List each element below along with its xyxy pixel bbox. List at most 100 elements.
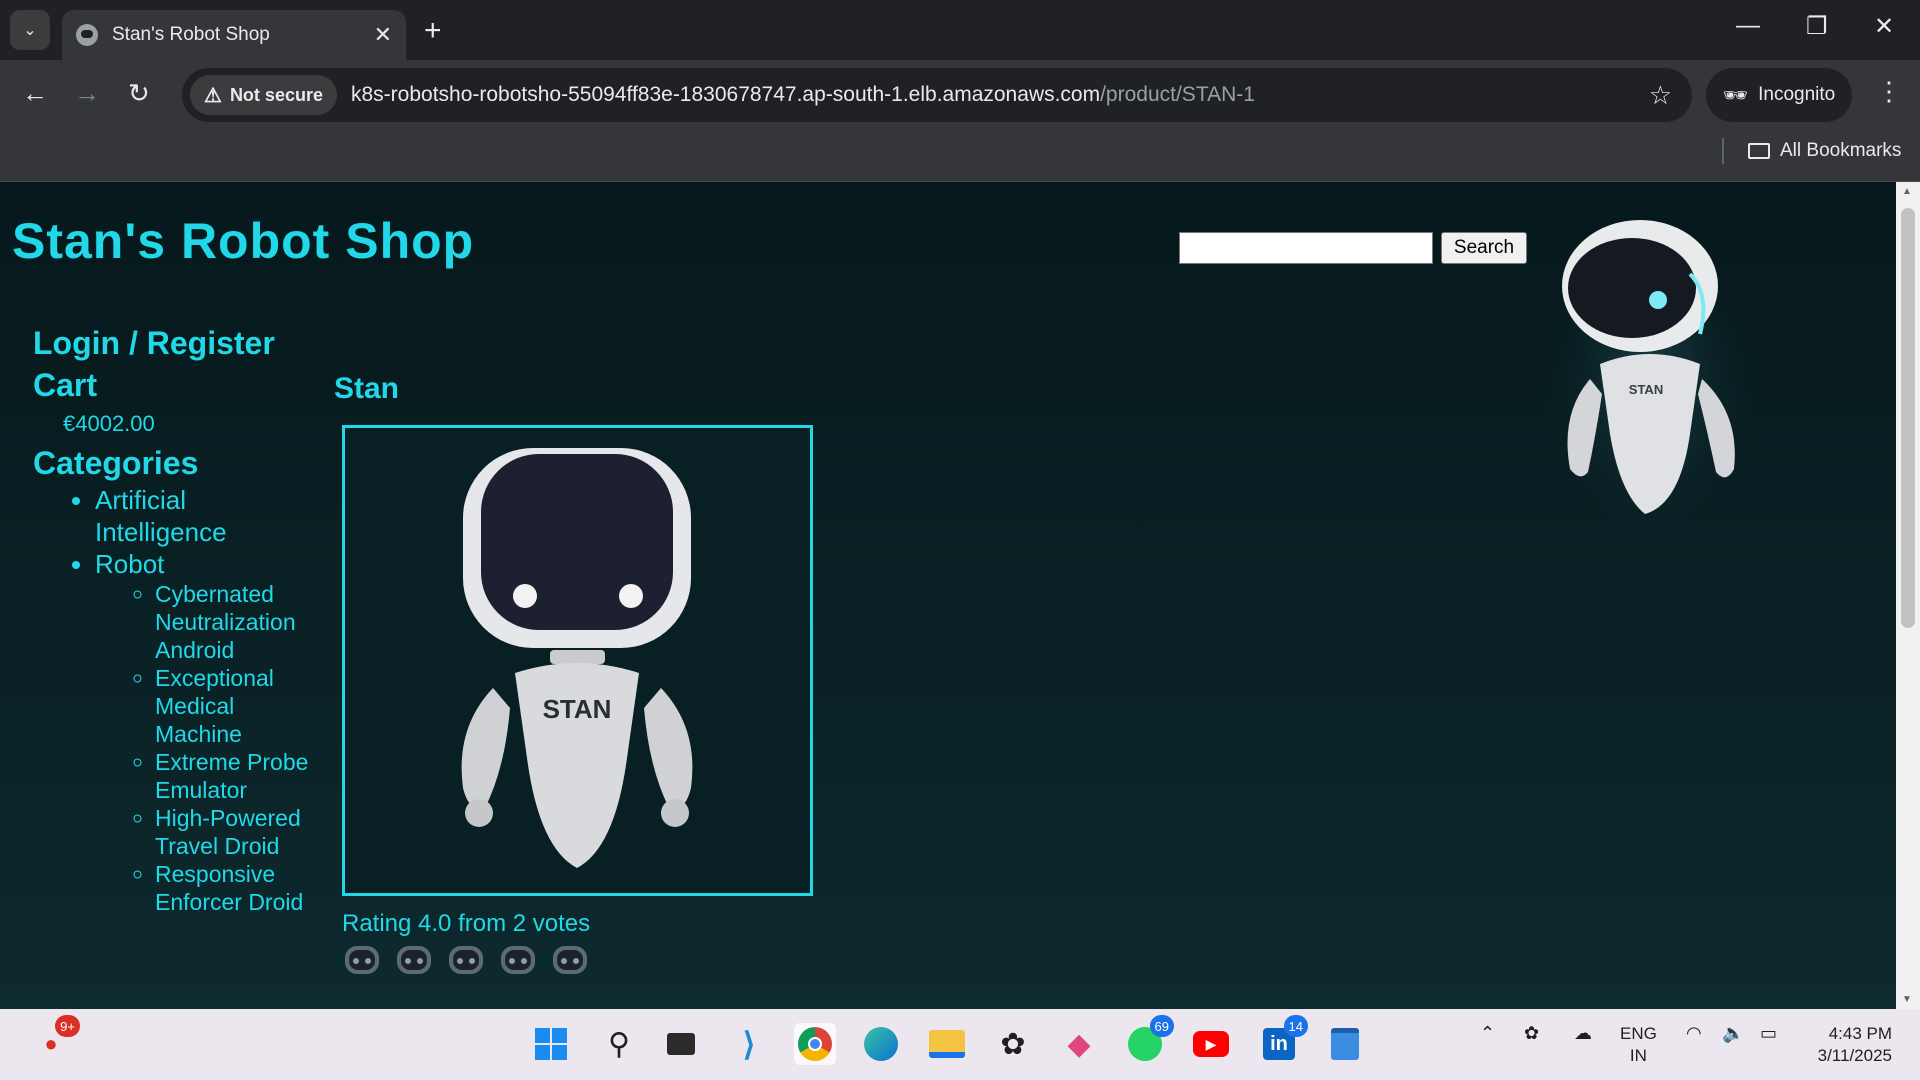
browser-tab-bar: ⌄ Stan's Robot Shop ✕ + — ❐ ✕ [0,0,1920,60]
bookmarks-separator [1722,138,1724,164]
windows-logo-icon [535,1028,567,1060]
warning-icon: ⚠ [204,84,222,107]
search-icon[interactable]: ⚲ [598,1023,640,1065]
scrollbar-thumb[interactable] [1901,208,1915,628]
not-secure-chip[interactable]: ⚠ Not secure [190,75,337,115]
not-secure-label: Not secure [229,84,323,105]
youtube-icon[interactable]: ▶ [1190,1023,1232,1065]
browser-toolbar: ← → ↻ ⚠ Not secure k8s-robotsho-robotsho… [0,60,1920,130]
incognito-icon: 🕶 [1722,84,1749,107]
product-link[interactable]: Exceptional Medical Machine [155,664,313,748]
linkedin-badge: 14 [1283,1015,1308,1037]
product-link[interactable]: Cybernated Neutralization Android [155,580,313,664]
lang-line2: IN [1629,1046,1647,1065]
vote-robot-icon[interactable] [342,942,382,982]
category-label[interactable]: Robot [95,549,164,579]
shop-title: Stan's Robot Shop [12,213,475,269]
volume-icon[interactable]: 🔈 [1722,1023,1744,1044]
chatgpt-icon[interactable]: ✿ [992,1023,1034,1065]
login-register-link[interactable]: Login / Register [33,322,313,364]
page-viewport: Stan's Robot Shop Search Login / Registe… [0,182,1896,1009]
search-input[interactable] [1179,232,1433,264]
clock-time: 4:43 PM [1828,1024,1892,1043]
new-tab-button[interactable]: + [424,14,442,48]
browser-tab[interactable]: Stan's Robot Shop ✕ [62,10,406,60]
minimize-icon[interactable]: — [1736,12,1760,40]
rating-text: Rating 4.0 from 2 votes [342,910,591,937]
category-artificial-intelligence[interactable]: Artificial Intelligence [95,484,313,548]
git-app-icon[interactable]: ◆ [1058,1023,1100,1065]
vote-robot-icon[interactable] [550,942,590,982]
cart-link[interactable]: Cart [33,364,313,406]
vote-icons [342,942,590,982]
search-button[interactable]: Search [1441,232,1527,264]
scroll-up-icon[interactable]: ▲ [1902,186,1912,197]
onedrive-cloud-icon[interactable]: ☁ [1574,1023,1592,1044]
vote-robot-icon[interactable] [446,942,486,982]
incognito-chip[interactable]: 🕶 Incognito [1706,68,1852,122]
product-title: Stan [334,372,400,405]
more-menu-icon[interactable]: ⋮ [1876,76,1902,107]
chatgpt-tray-icon[interactable]: ✿ [1524,1023,1539,1044]
url-text[interactable]: k8s-robotsho-robotsho-55094ff83e-1830678… [351,83,1255,107]
category-list: Artificial Intelligence Robot Cybernated… [95,484,313,916]
stan-robot-illustration: STAN [461,448,693,868]
flame-icon: ● [44,1031,58,1056]
whatsapp-badge: 69 [1149,1015,1174,1037]
close-icon[interactable]: ✕ [374,22,392,48]
clock[interactable]: 4:43 PM 3/11/2025 [1800,1023,1892,1067]
bookmark-star-icon[interactable]: ☆ [1649,80,1672,111]
notification-app-icon[interactable]: ● 9+ [30,1015,80,1065]
all-bookmarks-label: All Bookmarks [1780,140,1902,161]
restore-icon[interactable]: ❐ [1806,12,1828,41]
product-image: STAN [342,425,813,896]
folder-icon [1748,143,1770,159]
scroll-down-icon[interactable]: ▼ [1902,994,1912,1005]
all-bookmarks-button[interactable]: All Bookmarks [1748,140,1901,162]
lang-line1: ENG [1620,1024,1657,1043]
product-link[interactable]: Extreme Probe Emulator [155,748,313,804]
incognito-label: Incognito [1758,84,1836,105]
whatsapp-icon[interactable]: 69 [1124,1015,1174,1065]
vote-robot-icon[interactable] [394,942,434,982]
window-close-icon[interactable]: ✕ [1874,12,1894,41]
category-label[interactable]: Artificial Intelligence [95,485,227,547]
url-path: /product/STAN-1 [1100,83,1255,106]
notepad-icon[interactable] [1324,1023,1366,1065]
vscode-icon[interactable]: ⟩ [728,1023,770,1065]
tab-title: Stan's Robot Shop [112,24,270,45]
edge-icon[interactable] [860,1023,902,1065]
battery-icon[interactable]: ▭ [1760,1023,1777,1044]
vote-robot-icon[interactable] [498,942,538,982]
linkedin-icon[interactable]: in 14 [1258,1015,1308,1065]
file-explorer-icon[interactable] [926,1023,968,1065]
notification-badge: 9+ [55,1015,80,1037]
page-scrollbar[interactable]: ▲ ▼ [1896,182,1920,1009]
sidebar: Login / Register Cart €4002.00 Categorie… [33,322,313,916]
category-robot[interactable]: Robot Cybernated Neutralization Android … [95,548,313,916]
chevron-up-icon[interactable]: ⌃ [1480,1023,1495,1044]
address-bar[interactable]: ⚠ Not secure k8s-robotsho-robotsho-55094… [182,68,1692,122]
back-arrow-icon[interactable]: ← [22,78,48,109]
chrome-icon[interactable] [794,1023,836,1065]
wifi-icon[interactable]: ◠ [1686,1023,1702,1044]
chevron-down-icon: ⌄ [23,22,37,39]
task-view-icon[interactable] [660,1023,702,1065]
mascot-label: STAN [1629,382,1663,397]
url-host: k8s-robotsho-robotsho-55094ff83e-1830678… [350,83,1101,106]
tab-search-button[interactable]: ⌄ [10,10,50,50]
cart-total: €4002.00 [63,411,155,436]
categories-heading: Categories [33,445,199,481]
windows-taskbar: ● 9+ ⚲ ⟩ ✿ ◆ 69 ▶ in 14 ⌃ ✿ ☁ ENG IN ◠ 🔈… [0,1009,1920,1080]
product-link[interactable]: Responsive Enforcer Droid [155,860,313,916]
start-windows-icon[interactable] [530,1023,572,1065]
language-indicator[interactable]: ENG IN [1620,1023,1657,1067]
clock-date: 3/11/2025 [1817,1046,1892,1065]
product-link[interactable]: High-Powered Travel Droid [155,804,313,860]
stan-mascot-image: STAN [1540,220,1760,544]
reload-icon[interactable]: ↻ [128,78,150,109]
robot-subcategory-list: Cybernated Neutralization Android Except… [155,580,313,916]
robot-favicon-icon [76,24,98,46]
forward-arrow-icon[interactable]: → [74,78,100,109]
bookmarks-bar: All Bookmarks [0,130,1920,182]
